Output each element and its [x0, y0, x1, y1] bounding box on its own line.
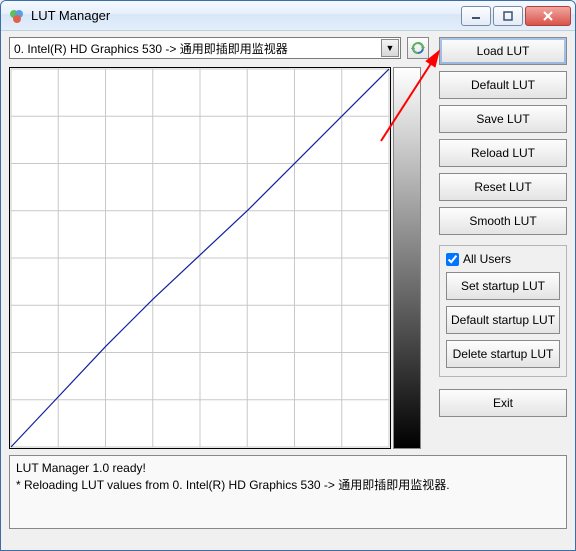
left-column: 0. Intel(R) HD Graphics 530 -> 通用即插即用监视器…	[9, 37, 429, 449]
window-title: LUT Manager	[31, 8, 461, 23]
chevron-down-icon: ▼	[381, 39, 399, 57]
exit-button[interactable]: Exit	[439, 389, 567, 417]
app-icon	[9, 8, 25, 24]
maximize-button[interactable]	[493, 6, 523, 26]
chart-area	[9, 67, 429, 449]
load-lut-button[interactable]: Load LUT	[439, 37, 567, 65]
reset-lut-button[interactable]: Reset LUT	[439, 173, 567, 201]
device-row: 0. Intel(R) HD Graphics 530 -> 通用即插即用监视器…	[9, 37, 429, 59]
startup-group: All Users Set startup LUT Default startu…	[439, 245, 567, 377]
titlebar: LUT Manager	[1, 1, 575, 31]
all-users-label: All Users	[463, 252, 511, 266]
delete-startup-lut-button[interactable]: Delete startup LUT	[446, 340, 560, 368]
log-line: * Reloading LUT values from 0. Intel(R) …	[16, 477, 560, 494]
all-users-checkbox-row[interactable]: All Users	[446, 252, 560, 266]
log-line: LUT Manager 1.0 ready!	[16, 460, 560, 477]
minimize-button[interactable]	[461, 6, 491, 26]
set-startup-lut-button[interactable]: Set startup LUT	[446, 272, 560, 300]
refresh-icon	[410, 40, 426, 56]
main-row: 0. Intel(R) HD Graphics 530 -> 通用即插即用监视器…	[9, 37, 567, 449]
window-controls	[461, 6, 571, 26]
log-panel: LUT Manager 1.0 ready! * Reloading LUT v…	[9, 455, 567, 529]
window-frame: LUT Manager 0. Intel(R) HD Graphics 530 …	[0, 0, 576, 551]
refresh-button[interactable]	[407, 37, 429, 59]
device-select-value: 0. Intel(R) HD Graphics 530 -> 通用即插即用监视器	[14, 40, 288, 57]
all-users-checkbox[interactable]	[446, 253, 459, 266]
client-area: 0. Intel(R) HD Graphics 530 -> 通用即插即用监视器…	[1, 31, 575, 550]
lut-chart	[9, 67, 391, 449]
smooth-lut-button[interactable]: Smooth LUT	[439, 207, 567, 235]
reload-lut-button[interactable]: Reload LUT	[439, 139, 567, 167]
right-column: Load LUT Default LUT Save LUT Reload LUT…	[439, 37, 567, 417]
default-lut-button[interactable]: Default LUT	[439, 71, 567, 99]
save-lut-button[interactable]: Save LUT	[439, 105, 567, 133]
gradient-strip	[393, 67, 421, 449]
default-startup-lut-button[interactable]: Default startup LUT	[446, 306, 560, 334]
close-button[interactable]	[525, 6, 571, 26]
device-select[interactable]: 0. Intel(R) HD Graphics 530 -> 通用即插即用监视器…	[9, 37, 401, 59]
